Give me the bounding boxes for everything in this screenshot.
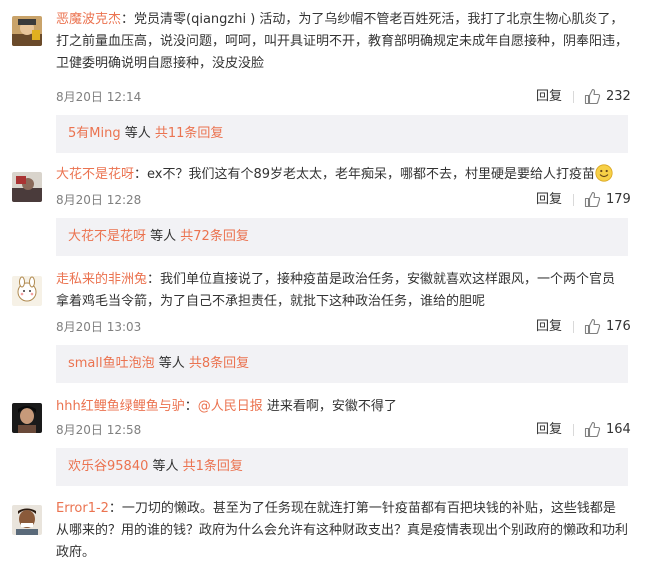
- comment-username[interactable]: hhh红鲤鱼绿鲤鱼与驴: [56, 399, 185, 414]
- comment-text: Error1-2：一刀切的懒政。甚至为了任务现在就连打第一针疫苗都有百把块钱的补…: [56, 498, 628, 564]
- reply-summary[interactable]: 大花不是花呀 等人 共72条回复: [56, 218, 628, 256]
- comment-username[interactable]: 大花不是花呀: [56, 167, 134, 182]
- comment-meta: 8月20日 13:03 回复 176: [56, 317, 631, 337]
- comment-time: 8月20日 12:58: [56, 423, 142, 437]
- reply-summary[interactable]: 5有Ming 等人 共11条回复: [56, 115, 628, 153]
- avatar[interactable]: [12, 505, 42, 535]
- like-count: 179: [606, 192, 631, 207]
- thumbs-up-icon: [584, 88, 601, 105]
- comment-time: 8月20日 13:03: [56, 320, 142, 334]
- comment-meta: 8月20日 12:28 回复 179: [56, 190, 631, 210]
- reply-button[interactable]: 回复: [536, 190, 562, 210]
- comment-body: ：一刀切的懒政。甚至为了任务现在就连打第一针疫苗都有百把块钱的补贴，这些钱都是从…: [56, 501, 629, 560]
- reply-summary-user[interactable]: 大花不是花呀: [68, 229, 146, 244]
- avatar[interactable]: [12, 16, 42, 46]
- divider: [573, 194, 574, 206]
- divider: [573, 424, 574, 436]
- avatar-image-icon: [12, 403, 42, 433]
- thumbs-up-icon: [584, 421, 601, 438]
- reply-summary-count[interactable]: 共11条回复: [155, 126, 224, 141]
- comment-username[interactable]: Error1-2: [56, 501, 109, 516]
- divider: [573, 91, 574, 103]
- avatar-image-icon: [12, 505, 42, 535]
- comment-body-prefix: ：: [184, 399, 198, 414]
- avatar[interactable]: [12, 172, 42, 202]
- reply-summary-user[interactable]: 5有Ming: [68, 126, 121, 141]
- reply-summary-count[interactable]: 共72条回复: [180, 229, 249, 244]
- reply-summary-text: 等人: [146, 229, 181, 244]
- mention-link[interactable]: @人民日报: [198, 399, 263, 414]
- comment-meta: 8月20日 12:58 回复 164: [56, 420, 631, 440]
- thumbs-up-icon: [584, 318, 601, 335]
- reply-summary[interactable]: 欢乐谷95840 等人 共1条回复: [56, 448, 628, 486]
- comment-text: 大花不是花呀：ex不？我们这有个89岁老太太，老年痴呆，哪都不去，村里硬是要给人…: [56, 164, 628, 186]
- reply-button[interactable]: 回复: [536, 420, 562, 440]
- comment-body: ：ex不？我们这有个89岁老太太，老年痴呆，哪都不去，村里硬是要给人打疫苗: [134, 167, 596, 182]
- reply-summary-text: 等人: [154, 356, 189, 371]
- comment-meta: 8月20日 12:14 回复 232: [56, 87, 631, 107]
- avatar-image-icon: [12, 16, 42, 46]
- comment-username[interactable]: 恶魔波克杰: [56, 12, 121, 27]
- reply-button[interactable]: 回复: [536, 317, 562, 337]
- comment-text: 走私来的非洲兔：我们单位直接说了，接种疫苗是政治任务，安徽就喜欢这样跟风，一个两…: [56, 269, 628, 313]
- thumbs-up-icon: [584, 191, 601, 208]
- avatar-image-icon: [12, 172, 42, 202]
- reply-summary-user[interactable]: small鱼吐泡泡: [68, 356, 155, 371]
- reply-summary-text: 等人: [148, 459, 183, 474]
- comment-body: 进来看啊，安徽不得了: [262, 399, 397, 414]
- like-count: 164: [606, 422, 631, 437]
- reply-summary-count[interactable]: 共1条回复: [183, 459, 243, 474]
- avatar[interactable]: [12, 403, 42, 433]
- comment-username[interactable]: 走私来的非洲兔: [56, 272, 147, 287]
- like-count: 176: [606, 319, 631, 334]
- smile-emoji-icon: [595, 164, 613, 182]
- comment-time: 8月20日 12:14: [56, 90, 142, 104]
- comment-time: 8月20日 12:28: [56, 193, 142, 207]
- reply-summary-user[interactable]: 欢乐谷95840: [68, 459, 148, 474]
- divider: [573, 321, 574, 333]
- comment-text: 恶魔波克杰：党员清零(qiangzhi ) 活动，为了乌纱帽不管老百姓死活，我打…: [56, 9, 628, 75]
- comment-text: hhh红鲤鱼绿鲤鱼与驴：@人民日报 进来看啊，安徽不得了: [56, 396, 628, 418]
- reply-summary-text: 等人: [120, 126, 155, 141]
- avatar[interactable]: [12, 276, 42, 306]
- like-count: 232: [606, 89, 631, 104]
- comment-body: ：党员清零(qiangzhi ) 活动，为了乌纱帽不管老百姓死活，我打了北京生物…: [56, 12, 629, 71]
- reply-summary-count[interactable]: 共8条回复: [189, 356, 249, 371]
- reply-button[interactable]: 回复: [536, 87, 562, 107]
- avatar-image-icon: [12, 276, 42, 306]
- reply-summary[interactable]: small鱼吐泡泡 等人 共8条回复: [56, 345, 628, 383]
